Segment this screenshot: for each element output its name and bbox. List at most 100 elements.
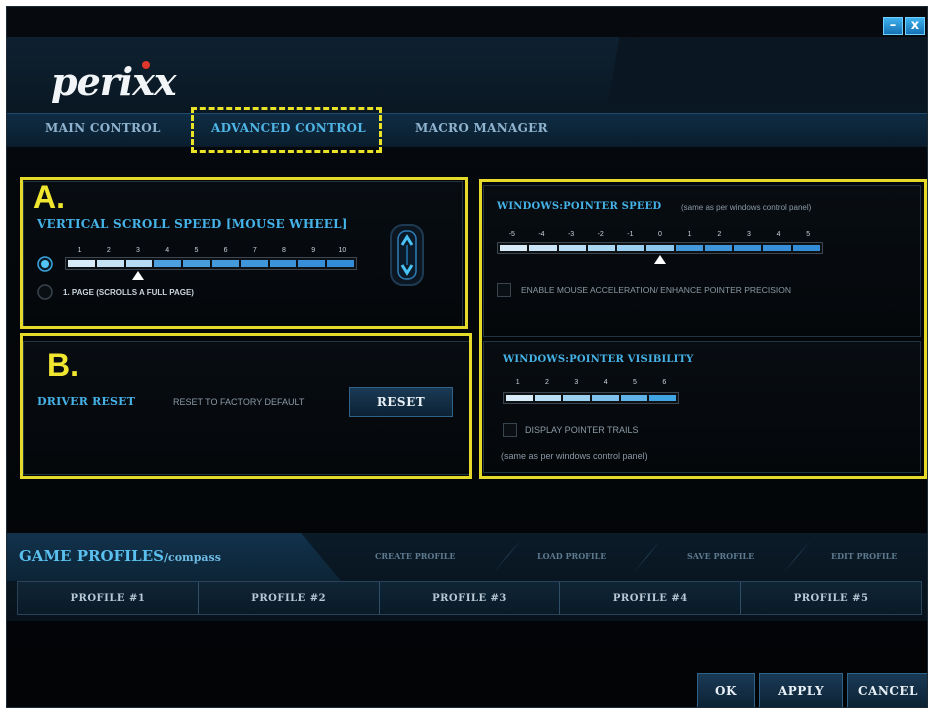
scroll-speed-tick-label: 9 [311, 247, 316, 254]
scroll-speed-tick-label: 1 [77, 247, 82, 254]
scroll-speed-segment [154, 260, 182, 267]
scroll-speed-segment [327, 260, 354, 267]
pointer-visibility-tick-label: 4 [603, 379, 608, 386]
mouse-acceleration-checkbox[interactable] [497, 283, 511, 297]
cancel-button-label: CANCEL [858, 684, 918, 698]
reset-button[interactable]: RESET [349, 387, 453, 417]
scroll-speed-segment [125, 260, 153, 267]
scroll-speed-tick-label: 10 [338, 247, 347, 254]
save-profile-link[interactable]: SAVE PROFILE [687, 551, 754, 561]
load-profile-link[interactable]: LOAD PROFILE [537, 551, 606, 561]
pointer-speed-tick-label: 3 [746, 231, 751, 238]
mouse-acceleration-label: ENABLE MOUSE ACCELERATION/ ENHANCE POINT… [521, 285, 792, 295]
pointer-visibility-segment [620, 395, 648, 401]
scroll-speed-segment [68, 260, 95, 267]
pointer-visibility-tick-label: 6 [662, 379, 667, 386]
pointer-speed-segment [704, 245, 733, 251]
pointer-visibility-segment [506, 395, 533, 401]
pointer-speed-tick-label: -5 [508, 231, 515, 238]
scroll-speed-tick-label: 4 [165, 247, 170, 254]
pointer-speed-thumb[interactable] [654, 255, 666, 264]
scroll-speed-radio[interactable] [37, 256, 53, 272]
profile-1-button[interactable]: PROFILE #1 [18, 582, 199, 614]
pointer-trails-label: DISPLAY POINTER TRAILS [525, 425, 639, 435]
scroll-speed-segment [240, 260, 268, 267]
brand-logo: perixx [51, 59, 177, 104]
cancel-button[interactable]: CANCEL [847, 673, 927, 707]
pointer-speed-tick-label: -2 [597, 231, 604, 238]
scroll-speed-tick-label: 7 [252, 247, 257, 254]
scroll-speed-segment [211, 260, 239, 267]
profile-list: PROFILE #1 PROFILE #2 PROFILE #3 PROFILE… [17, 581, 922, 615]
pointer-visibility-note: (same as per windows control panel) [501, 451, 648, 461]
tab-highlight-frame [191, 107, 382, 153]
scroll-speed-thumb[interactable] [132, 271, 144, 280]
pointer-speed-segment [763, 245, 791, 251]
pointer-visibility-segment [592, 395, 619, 401]
logo-dot [142, 61, 150, 69]
profile-3-button[interactable]: PROFILE #3 [380, 582, 561, 614]
pointer-visibility-tick-label: 1 [515, 379, 520, 386]
pointer-speed-segment [617, 245, 645, 251]
pointer-speed-tick-label: 5 [806, 231, 811, 238]
apply-button[interactable]: APPLY [759, 673, 843, 707]
pointer-speed-title: WINDOWS:POINTER SPEED [497, 201, 662, 212]
driver-reset-title: DRIVER RESET [37, 395, 136, 408]
tab-macro-manager[interactable]: MACRO MANAGER [415, 121, 548, 135]
driver-reset-description: RESET TO FACTORY DEFAULT [173, 397, 305, 407]
pointer-speed-segment [558, 245, 586, 251]
minimize-button[interactable]: – [883, 17, 903, 35]
pointer-speed-tick-label: 1 [687, 231, 692, 238]
pointer-visibility-segment [649, 395, 677, 401]
pointer-speed-segment [646, 245, 674, 251]
ok-button[interactable]: OK [697, 673, 755, 707]
pointer-speed-tick-label: 0 [658, 231, 662, 238]
pointer-visibility-tick-label: 5 [633, 379, 637, 386]
pointer-speed-tick-label: 2 [717, 231, 722, 238]
minimize-icon: – [889, 18, 897, 33]
scroll-speed-segment [298, 260, 326, 267]
pointer-visibility-slider[interactable] [503, 392, 679, 404]
profile-4-button[interactable]: PROFILE #4 [560, 582, 742, 614]
scroll-speed-tick-label: 6 [223, 247, 228, 254]
pointer-speed-tick-label: -1 [627, 231, 634, 238]
pointer-trails-checkbox[interactable] [503, 423, 517, 437]
pointer-speed-tick-label: 4 [776, 231, 781, 238]
pointer-speed-segment [734, 245, 762, 251]
create-profile-link[interactable]: CREATE PROFILE [375, 551, 456, 561]
apply-button-label: APPLY [777, 684, 825, 698]
profile-2-button[interactable]: PROFILE #2 [199, 582, 380, 614]
pointer-speed-slider[interactable] [497, 242, 823, 254]
page-scroll-label: 1. PAGE (SCROLLS A FULL PAGE) [63, 288, 194, 297]
pointer-visibility-title: WINDOWS:POINTER VISIBILITY [503, 354, 694, 365]
pointer-speed-segment [500, 245, 528, 251]
reset-button-label: RESET [376, 395, 426, 409]
pointer-speed-note: (same as per windows control panel) [681, 203, 812, 212]
app-window: – x perixx MAIN CONTROL ADVANCED CONTROL… [6, 6, 928, 708]
scroll-speed-segment [183, 260, 210, 267]
profiles-title: GAME PROFILES/compass [19, 547, 221, 565]
close-icon: x [910, 18, 920, 33]
close-button[interactable]: x [905, 17, 925, 35]
scroll-speed-title: VERTICAL SCROLL SPEED [MOUSE WHEEL] [37, 217, 348, 231]
tab-main-control[interactable]: MAIN CONTROL [45, 121, 161, 135]
pointer-speed-segment [675, 245, 703, 251]
scroll-speed-tick-label: 3 [136, 247, 140, 254]
pointer-speed-tick-label: -4 [538, 231, 545, 238]
header-accent [567, 37, 927, 107]
pointer-visibility-segment [534, 395, 562, 401]
page-scroll-radio[interactable] [37, 284, 53, 300]
pointer-speed-segment [529, 245, 557, 251]
pointer-speed-tick-label: -3 [567, 231, 575, 238]
scroll-speed-tick-label: 2 [106, 247, 111, 254]
ok-button-label: OK [715, 684, 737, 698]
profiles-title-text: GAME PROFILES [19, 547, 164, 565]
profiles-subtitle: /compass [164, 551, 221, 564]
scroll-speed-tick-label: 8 [282, 247, 286, 254]
pointer-visibility-segment [563, 395, 591, 401]
pointer-visibility-tick-label: 3 [574, 379, 579, 386]
scroll-speed-slider[interactable] [65, 257, 357, 270]
scroll-speed-segment [96, 260, 124, 267]
edit-profile-link[interactable]: EDIT PROFILE [831, 551, 897, 561]
profile-5-button[interactable]: PROFILE #5 [741, 582, 921, 614]
